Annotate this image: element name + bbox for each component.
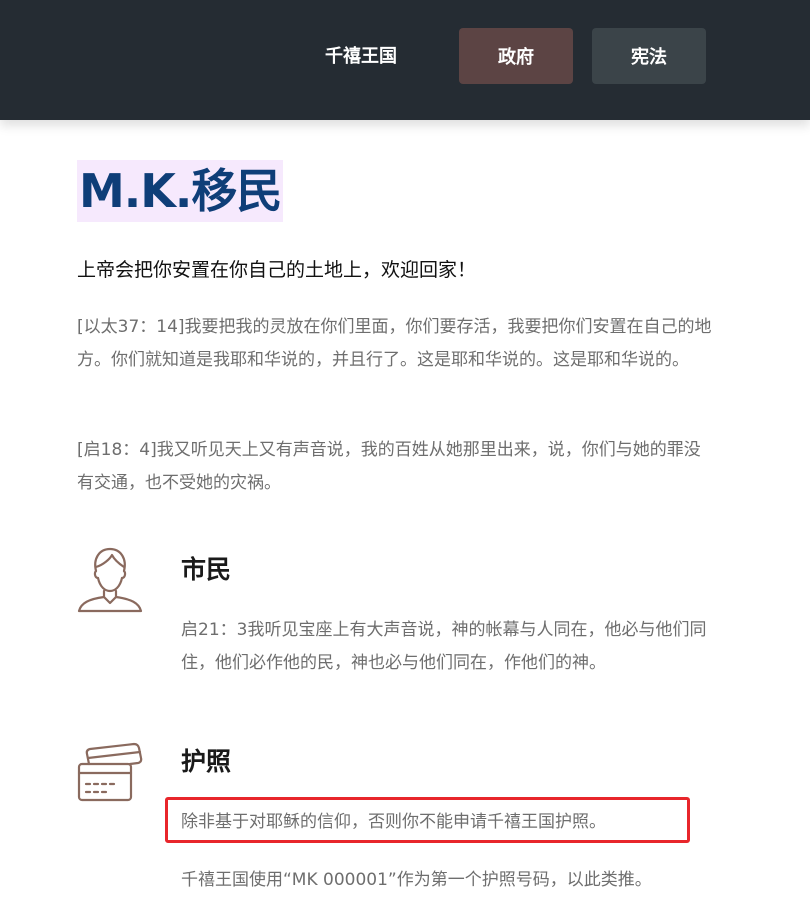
page-title: M.K.移民 — [77, 160, 284, 222]
highlight-annotation-box — [165, 797, 690, 843]
scripture-verse-1: [以太37：14]我要把我的灵放在你们里面，你们要存活，我要把你们安置在自己的地… — [77, 317, 712, 370]
constitution-button[interactable]: 宪法 — [592, 28, 706, 84]
scripture-verse-2: [启18：4]我又听见天上又有声音说，我的百姓从她那里出来，说，你们与她的罪没有… — [77, 440, 701, 493]
citizen-text: 启21：3我听见宝座上有大声音说，神的帐幕与人同在，他必与他们同住，他们必作他的… — [181, 620, 707, 673]
person-icon — [77, 545, 143, 617]
nav-link-kingdom[interactable]: 千禧王国 — [325, 43, 397, 71]
tagline: 上帝会把你安置在你自己的土地上，欢迎回家！ — [77, 259, 477, 281]
cards-icon — [77, 742, 145, 808]
passport-heading: 护照 — [181, 747, 232, 776]
passport-number-text: 千禧王国使用“MK 000001”作为第一个护照号码，以此类推。 — [181, 870, 652, 890]
top-navigation-bar: 千禧王国 政府 宪法 — [0, 0, 810, 120]
government-button[interactable]: 政府 — [459, 28, 573, 84]
citizen-heading: 市民 — [181, 555, 232, 584]
